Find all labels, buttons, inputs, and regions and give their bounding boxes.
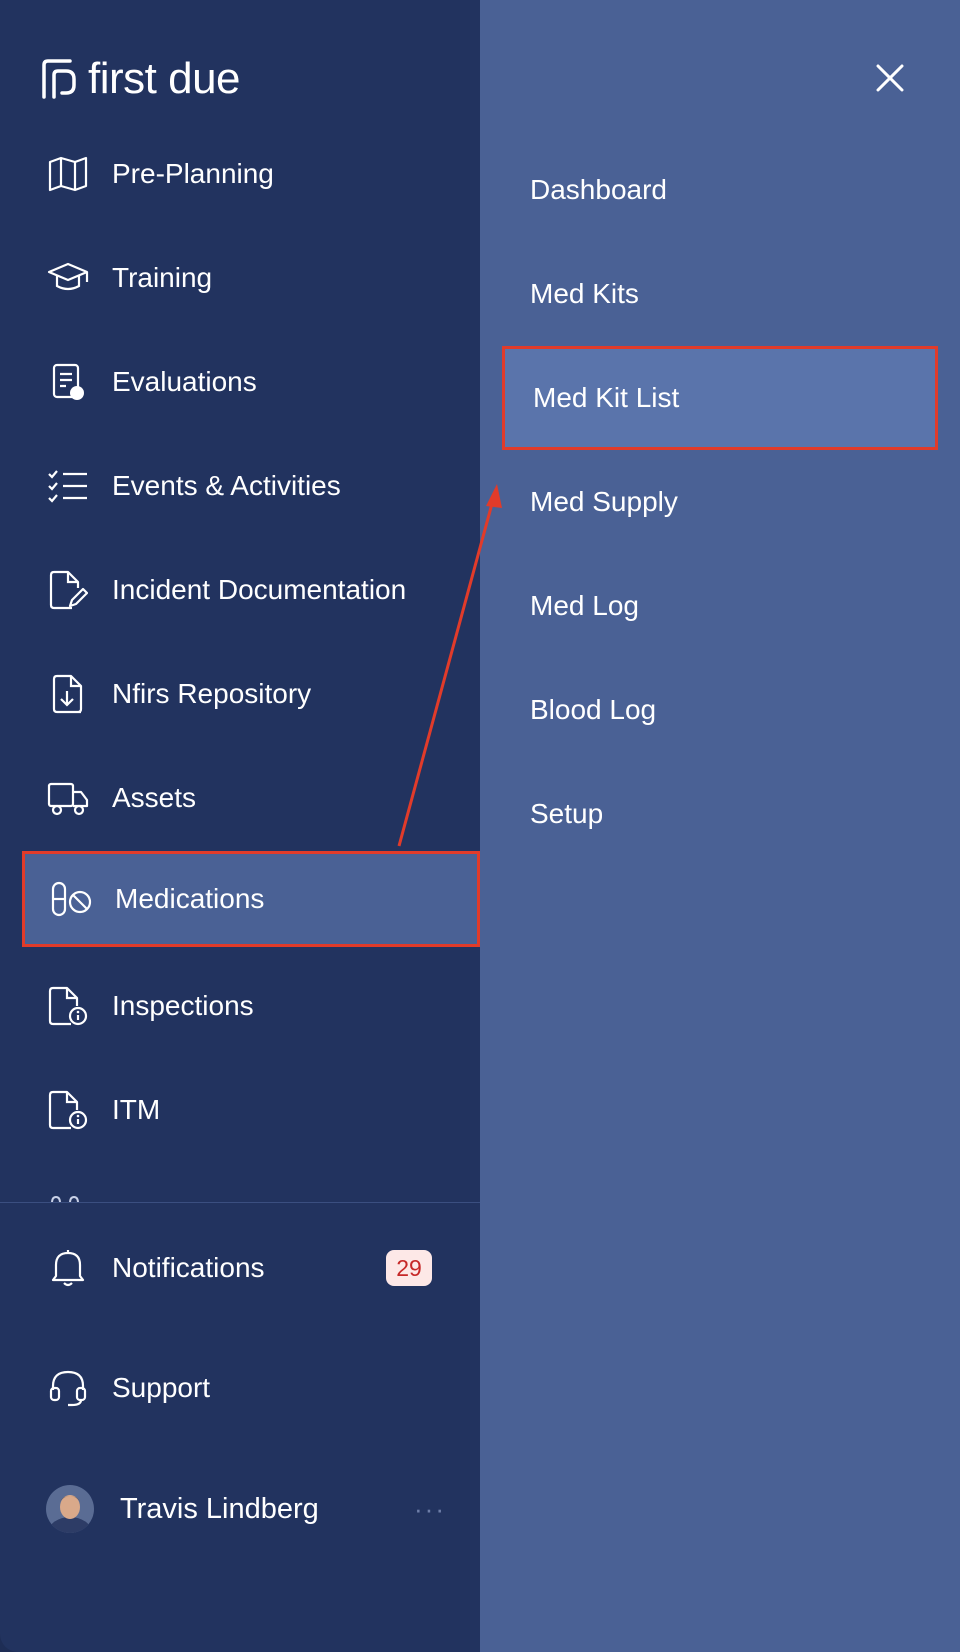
nav-item-pre-planning[interactable]: Pre-Planning — [22, 126, 480, 222]
nav-item-support[interactable]: Support — [22, 1340, 480, 1436]
nav-label: Medications — [115, 883, 265, 914]
truck-icon — [46, 776, 90, 820]
first-due-logo-icon — [42, 59, 76, 99]
nav-item-nfirs-repository[interactable]: Nfirs Repository — [22, 646, 480, 742]
brand-logo[interactable]: first due — [40, 54, 241, 104]
headset-icon — [46, 1366, 90, 1410]
nav-label: Incident Documentation — [112, 574, 407, 605]
submenu-label: Med Log — [530, 590, 639, 621]
avatar — [46, 1485, 94, 1533]
nav-item-evaluations[interactable]: Evaluations — [22, 334, 480, 430]
close-button[interactable] — [870, 58, 910, 98]
user-profile[interactable]: Travis Lindberg ··· — [46, 1484, 446, 1534]
nav-item-training[interactable]: Training — [22, 230, 480, 326]
sidebar: first due Pre-Planning Training Evaluati… — [0, 0, 480, 1652]
submenu-label: Setup — [530, 798, 604, 829]
submenu-item-med-supply[interactable]: Med Supply — [502, 450, 938, 554]
nav-item-notifications[interactable]: Notifications 29 — [22, 1220, 480, 1316]
nav-label: Evaluations — [112, 366, 257, 397]
nav-item-medications[interactable]: Medications — [22, 851, 480, 947]
sidebar-divider — [0, 1202, 480, 1203]
nav-label: ITM — [112, 1094, 161, 1125]
nav-label: Assets — [112, 782, 197, 813]
nav-label: Notifications — [112, 1252, 265, 1283]
user-name: Travis Lindberg — [120, 1492, 319, 1525]
nav-item-incident-documentation[interactable]: Incident Documentation — [22, 542, 480, 638]
submenu-label: Med Kits — [530, 278, 639, 309]
submenu-item-dashboard[interactable]: Dashboard — [502, 138, 938, 242]
nav-label: Pre-Planning — [112, 158, 274, 189]
nav-item-assets[interactable]: Assets — [22, 750, 480, 846]
submenu-label: Med Kit List — [533, 382, 680, 413]
nav-label: Nfirs Repository — [112, 678, 312, 709]
close-icon — [876, 64, 904, 92]
bell-icon — [46, 1246, 90, 1290]
document-edit-icon — [46, 568, 90, 612]
nav-label: Training — [112, 262, 213, 293]
graduation-cap-icon — [46, 256, 90, 300]
notification-count-badge: 29 — [386, 1250, 432, 1286]
submenu-item-setup[interactable]: Setup — [502, 762, 938, 866]
nav-item-events-activities[interactable]: Events & Activities — [22, 438, 480, 534]
map-icon — [46, 152, 90, 196]
more-options-icon[interactable]: ··· — [414, 1494, 446, 1525]
nav-label: Support — [112, 1372, 211, 1403]
submenu-item-med-log[interactable]: Med Log — [502, 554, 938, 658]
submenu-label: Dashboard — [530, 174, 667, 205]
nav-item-itm[interactable]: ITM — [22, 1062, 480, 1158]
submenu-item-blood-log[interactable]: Blood Log — [502, 658, 938, 762]
nav-item-inspections[interactable]: Inspections — [22, 958, 480, 1054]
pill-icon — [49, 877, 93, 921]
nav-label: Inspections — [112, 990, 254, 1021]
submenu-item-med-kit-list[interactable]: Med Kit List — [502, 346, 938, 450]
file-info-icon — [46, 1088, 90, 1132]
submenu-item-med-kits[interactable]: Med Kits — [502, 242, 938, 346]
file-info-icon — [46, 984, 90, 1028]
submenu-label: Med Supply — [530, 486, 678, 517]
nav-label: Events & Activities — [112, 470, 341, 501]
file-download-icon — [46, 672, 90, 716]
checklist-icon — [46, 464, 90, 508]
brand-name: first due — [88, 54, 241, 103]
evaluation-icon — [46, 360, 90, 404]
submenu-label: Blood Log — [530, 694, 657, 725]
